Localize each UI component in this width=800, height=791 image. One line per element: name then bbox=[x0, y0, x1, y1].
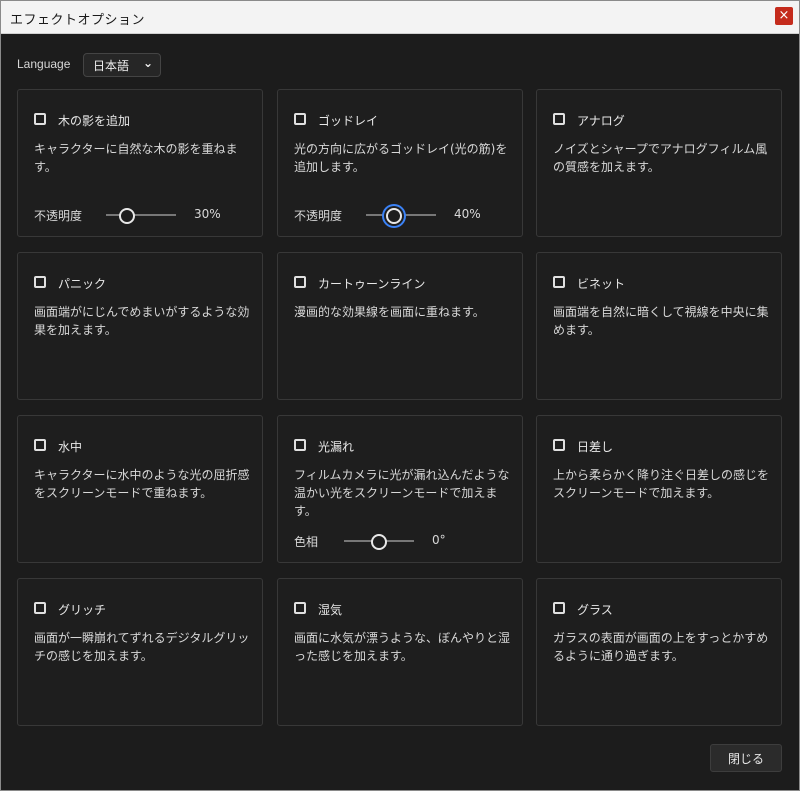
effect-checkbox[interactable] bbox=[553, 602, 565, 614]
effect-description: 画面端を自然に暗くして視線を中央に集めます。 bbox=[553, 305, 769, 337]
language-selected-value: 日本語 bbox=[93, 59, 130, 73]
slider-value: 0° bbox=[432, 533, 446, 547]
effect-slider-row: 不透明度 30% bbox=[34, 205, 250, 225]
close-button[interactable]: 閉じる bbox=[710, 744, 782, 772]
slider-thumb[interactable] bbox=[371, 534, 387, 550]
effect-title: アナログ bbox=[577, 114, 625, 128]
effect-description: 画面に水気が漂うような、ぼんやりと湿った感じを加えます。 bbox=[294, 631, 511, 663]
effect-checkbox[interactable] bbox=[294, 602, 306, 614]
effect-card: 日差し上から柔らかく降り注ぐ日差しの感じをスクリーンモードで加えます。 bbox=[536, 415, 782, 563]
effect-card: 光漏れフィルムカメラに光が漏れ込んだような温かい光をスクリーンモードで加えます。… bbox=[277, 415, 523, 563]
effect-title: 木の影を追加 bbox=[58, 114, 131, 128]
slider-label: 不透明度 bbox=[294, 209, 343, 223]
effect-options-window: エフェクトオプション × Language 日本語 ⌄ 木の影を追加キャラクター… bbox=[0, 0, 800, 791]
effect-description: ノイズとシャープでアナログフィルム風の質感を加えます。 bbox=[553, 142, 768, 174]
effect-title: ゴッドレイ bbox=[318, 114, 379, 128]
effect-checkbox[interactable] bbox=[34, 113, 46, 125]
effect-checkbox[interactable] bbox=[294, 113, 306, 125]
window-title: エフェクトオプション bbox=[10, 13, 146, 28]
effect-checkbox[interactable] bbox=[294, 276, 306, 288]
effect-checkbox[interactable] bbox=[553, 439, 565, 451]
effect-description: 画面が一瞬崩れてずれるデジタルグリッチの感じを加えます。 bbox=[34, 631, 250, 663]
effect-card: カートゥーンライン漫画的な効果線を画面に重ねます。 bbox=[277, 252, 523, 400]
effect-card: パニック画面端がにじんでめまいがするような効果を加えます。 bbox=[17, 252, 263, 400]
effect-checkbox[interactable] bbox=[34, 602, 46, 614]
effect-card: 木の影を追加キャラクターに自然な木の影を重ねます。不透明度 30% bbox=[17, 89, 263, 237]
effect-description: キャラクターに自然な木の影を重ねます。 bbox=[34, 142, 238, 174]
slider-value: 40% bbox=[454, 207, 481, 221]
effect-description: 光の方向に広がるゴッドレイ(光の筋)を追加します。 bbox=[294, 142, 508, 174]
effect-description: ガラスの表面が画面の上をすっとかすめるように通り過ぎます。 bbox=[553, 631, 769, 663]
slider-thumb[interactable] bbox=[119, 208, 135, 224]
effect-description: 上から柔らかく降り注ぐ日差しの感じをスクリーンモードで加えます。 bbox=[553, 468, 770, 500]
effect-card: ビネット画面端を自然に暗くして視線を中央に集めます。 bbox=[536, 252, 782, 400]
effect-title: グラス bbox=[577, 603, 613, 617]
slider-value: 30% bbox=[194, 207, 221, 221]
effect-title: 日差し bbox=[577, 440, 614, 454]
effect-description: 漫画的な効果線を画面に重ねます。 bbox=[294, 305, 485, 319]
effect-slider-row: 不透明度 40% bbox=[294, 205, 510, 225]
effect-title: 湿気 bbox=[318, 603, 343, 617]
effect-title: グリッチ bbox=[58, 603, 107, 617]
effect-card: 湿気画面に水気が漂うような、ぼんやりと湿った感じを加えます。 bbox=[277, 578, 523, 726]
effect-description: キャラクターに水中のような光の屈折感をスクリーンモードで重ねます。 bbox=[34, 468, 250, 500]
effect-card: グリッチ画面が一瞬崩れてずれるデジタルグリッチの感じを加えます。 bbox=[17, 578, 263, 726]
effect-description: フィルムカメラに光が漏れ込んだような温かい光をスクリーンモードで加えます。 bbox=[294, 468, 510, 518]
effect-checkbox[interactable] bbox=[34, 276, 46, 288]
slider-thumb[interactable] bbox=[386, 208, 402, 224]
effect-title: 水中 bbox=[58, 440, 83, 454]
slider-label: 色相 bbox=[294, 535, 319, 549]
effect-title: ビネット bbox=[577, 277, 626, 291]
effect-checkbox[interactable] bbox=[553, 113, 565, 125]
title-bar: エフェクトオプション × bbox=[1, 1, 799, 34]
effect-checkbox[interactable] bbox=[34, 439, 46, 451]
effect-card: 水中キャラクターに水中のような光の屈折感をスクリーンモードで重ねます。 bbox=[17, 415, 263, 563]
effect-card: アナログノイズとシャープでアナログフィルム風の質感を加えます。 bbox=[536, 89, 782, 237]
language-select[interactable]: 日本語 ⌄ bbox=[83, 53, 161, 77]
effect-card: ゴッドレイ光の方向に広がるゴッドレイ(光の筋)を追加します。不透明度 40% bbox=[277, 89, 523, 237]
effect-description: 画面端がにじんでめまいがするような効果を加えます。 bbox=[34, 305, 250, 337]
slider-track[interactable] bbox=[366, 208, 436, 224]
effect-title: 光漏れ bbox=[318, 440, 355, 454]
slider-track[interactable] bbox=[344, 534, 414, 550]
effect-checkbox[interactable] bbox=[294, 439, 306, 451]
language-label: Language bbox=[17, 57, 71, 71]
effect-title: パニック bbox=[58, 277, 107, 291]
window-close-icon[interactable]: × bbox=[775, 7, 793, 25]
effect-slider-row: 色相 0° bbox=[294, 531, 510, 551]
slider-track[interactable] bbox=[106, 208, 176, 224]
effect-checkbox[interactable] bbox=[553, 276, 565, 288]
slider-label: 不透明度 bbox=[34, 209, 83, 223]
chevron-down-icon: ⌄ bbox=[142, 56, 153, 70]
effect-title: カートゥーンライン bbox=[318, 277, 426, 291]
effect-card: グラスガラスの表面が画面の上をすっとかすめるように通り過ぎます。 bbox=[536, 578, 782, 726]
